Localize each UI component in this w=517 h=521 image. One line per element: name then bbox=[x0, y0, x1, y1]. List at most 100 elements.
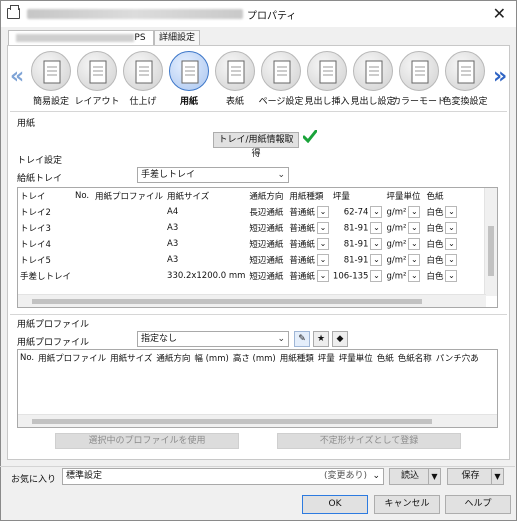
ok-button[interactable]: OK bbox=[302, 495, 368, 514]
chevron-down-icon[interactable]: ⌄ bbox=[445, 254, 458, 267]
column-header[interactable]: トレイ bbox=[18, 188, 73, 204]
function-color-convert[interactable]: 色変換設定 bbox=[442, 49, 488, 109]
table-cell: 106-135 bbox=[332, 271, 369, 282]
column-header[interactable]: 通紙方向 bbox=[154, 350, 192, 366]
help-button[interactable]: ヘルプ bbox=[445, 495, 511, 514]
chevron-down-icon[interactable]: ⌄ bbox=[445, 222, 458, 235]
table-cell: g/m² bbox=[386, 223, 407, 234]
divider bbox=[0, 466, 515, 467]
table-row[interactable]: トレイ4 A3 短辺通紙 普通紙 ⌄ 81-91 ⌄ g/m² ⌄ 白色 ⌄ bbox=[18, 236, 464, 252]
chevron-down-icon[interactable]: ⌄ bbox=[408, 206, 421, 218]
chevron-down-icon[interactable]: ▼ bbox=[428, 469, 440, 484]
save-button[interactable]: 保存 ▼ bbox=[447, 468, 504, 485]
profile-table[interactable]: No. 用紙プロファイル 用紙サイズ 通紙方向幅 (mm) 高さ (mm) 用紙種類 坪量坪… bbox=[17, 349, 498, 428]
table-row[interactable]: トレイ5 A3 短辺通紙 普通紙 ⌄ 81-91 ⌄ g/m² ⌄ 白色 ⌄ bbox=[18, 252, 464, 268]
favorites-select[interactable]: 標準設定 (変更あり) ⌄ bbox=[62, 468, 384, 485]
get-tray-info-button[interactable]: トレイ/用紙情報取得 bbox=[213, 132, 299, 159]
column-header[interactable]: No. bbox=[18, 350, 36, 366]
table-cell: 普通紙 bbox=[289, 223, 315, 234]
register-custom-size-button[interactable]: 不定形サイズとして登録 bbox=[277, 433, 461, 449]
table-cell: 330.2x1200.0 mm bbox=[167, 271, 246, 281]
table-row[interactable]: トレイ2 A4 長辺通紙 普通紙 ⌄ 62-74 ⌄ g/m² ⌄ 白色 ⌄ bbox=[18, 204, 464, 220]
cancel-button[interactable]: キャンセル bbox=[374, 495, 440, 514]
chevron-down-icon[interactable]: ⌄ bbox=[408, 270, 421, 282]
table-cell: 普通紙 bbox=[289, 271, 315, 282]
chevron-down-icon[interactable]: ▼ bbox=[491, 469, 503, 484]
column-header[interactable]: 用紙サイズ bbox=[165, 188, 247, 204]
use-selected-profile-button[interactable]: 選択中のプロファイルを使用 bbox=[55, 433, 239, 449]
table-cell: 短辺通紙 bbox=[249, 240, 284, 250]
chevron-down-icon[interactable]: ⌄ bbox=[316, 254, 329, 267]
column-header[interactable]: 色紙 bbox=[375, 350, 396, 366]
table-cell: 81-91 bbox=[343, 239, 369, 250]
close-icon[interactable]: ✕ bbox=[493, 4, 506, 23]
column-header[interactable]: 色紙名称 bbox=[396, 350, 434, 366]
scroll-thumb[interactable] bbox=[32, 419, 432, 424]
chevron-down-icon[interactable]: ⌄ bbox=[408, 222, 421, 234]
table-cell: 81-91 bbox=[343, 255, 369, 266]
save-button-label: 保存 bbox=[461, 471, 480, 481]
tab-advanced[interactable]: 詳細設定 bbox=[154, 30, 200, 46]
profile-table-hscroll[interactable] bbox=[18, 414, 497, 427]
chevron-down-icon[interactable]: ⌄ bbox=[316, 222, 329, 235]
column-header[interactable]: 用紙種類 bbox=[287, 188, 331, 204]
chevron-down-icon[interactable]: ⌄ bbox=[445, 270, 458, 283]
tab-ps[interactable]: PS bbox=[8, 30, 154, 46]
title-printer-name-redacted bbox=[27, 9, 243, 19]
profile-value: 指定なし bbox=[141, 334, 178, 344]
chevron-down-icon[interactable]: ⌄ bbox=[370, 206, 383, 218]
chevron-down-icon: ⌄ bbox=[372, 471, 380, 481]
chevron-down-icon[interactable]: ⌄ bbox=[370, 238, 383, 250]
table-cell: A3 bbox=[167, 223, 179, 233]
chevron-down-icon[interactable]: ⌄ bbox=[370, 222, 383, 234]
table-row[interactable]: トレイ3 A3 短辺通紙 普通紙 ⌄ 81-91 ⌄ g/m² ⌄ 白色 ⌄ bbox=[18, 220, 464, 236]
feed-tray-select[interactable]: 手差しトレイ ⌄ bbox=[137, 167, 289, 183]
chevron-down-icon[interactable]: ⌄ bbox=[370, 254, 383, 266]
column-header[interactable]: 用紙プロファイル bbox=[93, 188, 165, 204]
column-header[interactable]: No. bbox=[73, 188, 93, 204]
column-header[interactable]: 坪量単位 bbox=[384, 188, 424, 204]
column-header[interactable]: 坪量 bbox=[331, 188, 385, 204]
chevron-down-icon[interactable]: ⌄ bbox=[370, 270, 383, 282]
favorites-changed: (変更あり) bbox=[323, 471, 367, 481]
column-header[interactable]: 通紙方向 bbox=[247, 188, 287, 204]
column-header[interactable]: 坪量 bbox=[316, 350, 337, 366]
tray-table[interactable]: トレイ No. 用紙プロファイル 用紙サイズ 通紙方向 用紙種類 坪量 坪量単位 色紙 トレイ2… bbox=[17, 187, 498, 308]
chevron-down-icon[interactable]: ⌄ bbox=[445, 206, 458, 219]
table-cell: 白色 bbox=[426, 207, 444, 218]
column-header[interactable]: 色紙 bbox=[424, 188, 464, 204]
column-header[interactable]: 坪量単位 bbox=[337, 350, 375, 366]
column-header[interactable]: 用紙サイズ bbox=[108, 350, 154, 366]
favorite-star-icon[interactable]: ★ bbox=[313, 331, 329, 347]
table-cell: 白色 bbox=[426, 271, 444, 282]
table-cell: 白色 bbox=[426, 239, 444, 250]
column-header[interactable]: 幅 (mm) bbox=[192, 350, 230, 366]
profile-select[interactable]: 指定なし ⌄ bbox=[137, 331, 289, 347]
column-header[interactable]: 用紙プロファイル bbox=[36, 350, 108, 366]
load-button[interactable]: 読込 ▼ bbox=[389, 468, 441, 485]
tray-table-hscroll[interactable] bbox=[18, 294, 486, 307]
edit-profile-icon[interactable]: ✎ bbox=[294, 331, 310, 347]
column-header[interactable]: パンチ穴あ bbox=[434, 350, 481, 366]
table-row[interactable]: 手差しトレイ 330.2x1200.0 mm 短辺通紙 普通紙 ⌄ 106-135 ⌄ g/m… bbox=[18, 268, 464, 284]
paper-group-label: 用紙 bbox=[17, 119, 36, 129]
chevron-down-icon[interactable]: ⌄ bbox=[316, 238, 329, 251]
tray-table-vscroll[interactable] bbox=[484, 188, 497, 296]
color-mode-icon bbox=[399, 51, 439, 91]
chevron-down-icon[interactable]: ⌄ bbox=[445, 238, 458, 251]
chevron-down-icon[interactable]: ⌄ bbox=[316, 206, 329, 219]
title-bar: プロパティ ✕ bbox=[1, 1, 516, 27]
scroll-thumb[interactable] bbox=[488, 226, 494, 276]
column-header[interactable]: 高さ (mm) bbox=[231, 350, 278, 366]
chevron-down-icon[interactable]: ⌄ bbox=[316, 270, 329, 283]
divider bbox=[10, 111, 507, 112]
scroll-thumb[interactable] bbox=[32, 299, 422, 304]
chevron-down-icon[interactable]: ⌄ bbox=[408, 238, 421, 250]
column-header[interactable]: 用紙種類 bbox=[278, 350, 316, 366]
scroll-right-icon[interactable]: » bbox=[493, 64, 507, 89]
chevron-down-icon[interactable]: ⌄ bbox=[408, 254, 421, 266]
divider bbox=[10, 314, 507, 315]
tag-icon[interactable]: ◆ bbox=[332, 331, 348, 347]
scroll-left-icon[interactable]: « bbox=[10, 64, 24, 89]
table-cell: 白色 bbox=[426, 223, 444, 234]
